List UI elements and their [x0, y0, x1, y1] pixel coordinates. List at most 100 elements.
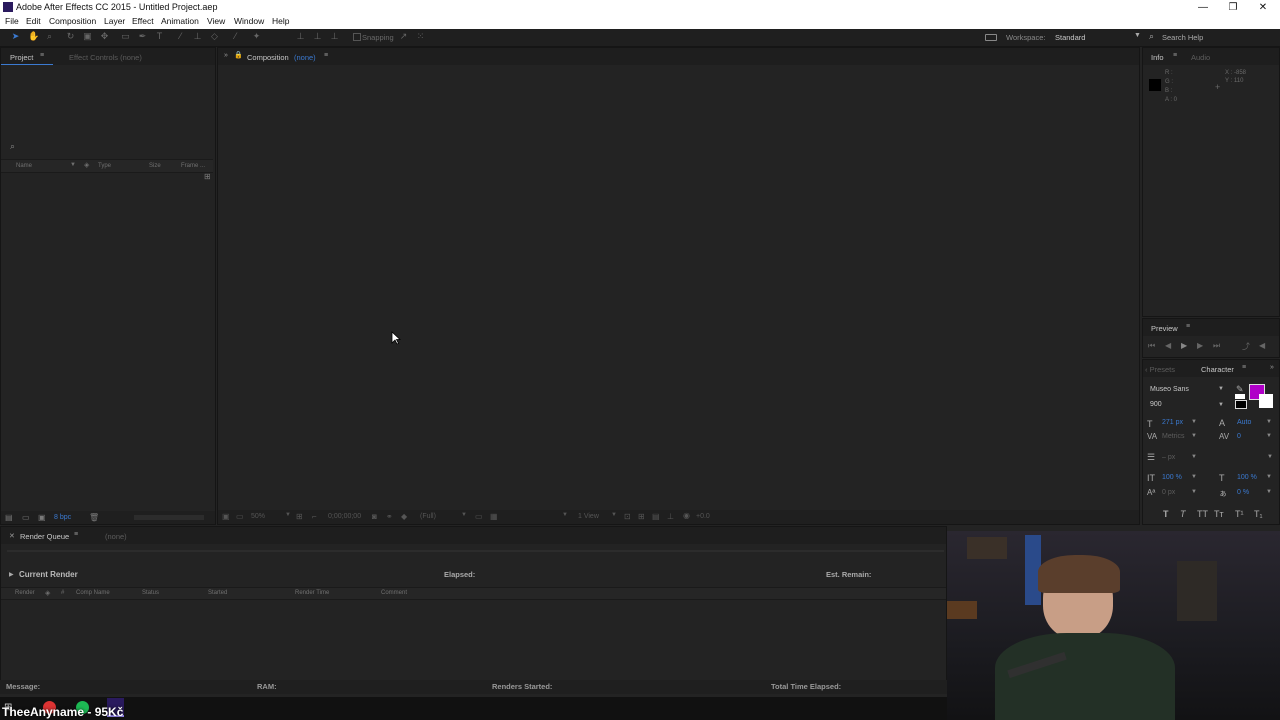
subscript-button[interactable]: T₁: [1254, 509, 1263, 519]
small-caps-button[interactable]: Tᴛ: [1214, 509, 1224, 519]
menu-view[interactable]: View: [207, 16, 225, 26]
zoom-tool-icon[interactable]: ⌕: [45, 32, 54, 41]
camera-dropdown-icon[interactable]: ▼: [562, 512, 568, 518]
kerning-value[interactable]: Metrics: [1162, 433, 1185, 440]
tab-render-queue[interactable]: Render Queue: [20, 532, 69, 541]
flowchart-icon[interactable]: ⊞: [204, 172, 211, 181]
previous-frame-icon[interactable]: ◀: [1165, 341, 1171, 350]
menu-composition[interactable]: Composition: [49, 16, 96, 26]
menu-edit[interactable]: Edit: [26, 16, 41, 26]
horizontal-scale-value[interactable]: 100 %: [1237, 474, 1257, 481]
tsume-value[interactable]: 0 %: [1237, 489, 1249, 496]
workspace-icon[interactable]: [985, 34, 997, 41]
fast-previews-icon[interactable]: ⊞: [638, 512, 645, 521]
hand-tool-icon[interactable]: ✋: [28, 32, 39, 41]
tracking-value[interactable]: 0: [1237, 433, 1241, 440]
superscript-button[interactable]: T¹: [1235, 509, 1244, 519]
stroke-color-swatch[interactable]: [1259, 394, 1273, 408]
menu-window[interactable]: Window: [234, 16, 264, 26]
font-style-select[interactable]: 900: [1150, 401, 1162, 408]
play-icon[interactable]: ▶: [1181, 341, 1187, 350]
leading-value[interactable]: Auto: [1237, 419, 1251, 426]
pan-behind-tool-icon[interactable]: ✥: [100, 32, 109, 41]
loop-icon[interactable]: ⤴: [1242, 341, 1250, 352]
tab-preview[interactable]: Preview: [1151, 324, 1178, 333]
expand-icon[interactable]: »: [224, 52, 228, 59]
next-frame-icon[interactable]: ▶: [1197, 341, 1203, 350]
font-size-dropdown-icon[interactable]: ▼: [1191, 419, 1197, 425]
timeline-icon[interactable]: ▤: [652, 512, 660, 521]
lock-icon[interactable]: 🔒: [234, 51, 243, 59]
expand-icon[interactable]: »: [1270, 364, 1274, 371]
bit-depth-button[interactable]: 8 bpc: [54, 514, 71, 521]
baseline-shift-value[interactable]: 0 px: [1162, 489, 1175, 496]
snapshot-icon[interactable]: ◙: [372, 512, 377, 521]
column-render-time[interactable]: Render Time: [295, 590, 329, 596]
zoom-select[interactable]: 50%: [251, 513, 265, 520]
preview-icon[interactable]: ▭: [236, 512, 244, 521]
new-composition-icon[interactable]: ▣: [38, 513, 46, 522]
reset-exposure-icon[interactable]: ◉: [683, 511, 690, 520]
composition-viewer[interactable]: [218, 65, 1139, 510]
tab-presets[interactable]: ‹ Presets: [1145, 365, 1175, 374]
mask-visibility-icon[interactable]: ⌐: [312, 512, 317, 521]
title-safe-icon[interactable]: ⊞: [296, 512, 303, 521]
search-help-input[interactable]: Search Help: [1162, 33, 1203, 42]
tsume-dropdown-icon[interactable]: ▼: [1266, 489, 1272, 495]
clone-stamp-tool-icon[interactable]: ⊥: [193, 32, 202, 41]
tab-audio[interactable]: Audio: [1191, 53, 1210, 62]
rectangle-tool-icon[interactable]: ▭: [121, 32, 130, 41]
restore-button[interactable]: ❐: [1218, 0, 1248, 15]
roto-brush-tool-icon[interactable]: ⁄: [231, 32, 240, 41]
faux-italic-button[interactable]: T: [1180, 509, 1186, 519]
stroke-width-dropdown-icon[interactable]: ▼: [1191, 454, 1197, 460]
white-swatch[interactable]: [1235, 394, 1245, 399]
kerning-dropdown-icon[interactable]: ▼: [1191, 433, 1197, 439]
panel-menu-icon[interactable]: ≡: [40, 52, 44, 59]
resolution-select[interactable]: (Full): [420, 513, 436, 520]
zoom-dropdown-icon[interactable]: ▼: [285, 512, 291, 518]
snap-options-icon[interactable]: ↗: [399, 32, 408, 41]
faux-bold-button[interactable]: T: [1163, 509, 1169, 519]
resolution-dropdown-icon[interactable]: ▼: [461, 512, 467, 518]
tab-project[interactable]: Project: [10, 53, 33, 62]
snapping-checkbox[interactable]: [353, 33, 361, 41]
baseline-shift-dropdown-icon[interactable]: ▼: [1191, 489, 1197, 495]
font-style-dropdown-icon[interactable]: ▼: [1218, 402, 1224, 408]
tab-none[interactable]: (none): [105, 532, 127, 541]
channel-icon[interactable]: ◆: [401, 512, 407, 521]
column-status[interactable]: Status: [142, 590, 159, 596]
stroke-width-value[interactable]: – px: [1162, 454, 1175, 461]
tracking-dropdown-icon[interactable]: ▼: [1266, 433, 1272, 439]
stroke-style-dropdown-icon[interactable]: ▼: [1267, 454, 1273, 460]
panel-menu-icon[interactable]: ≡: [1242, 364, 1246, 371]
menu-layer[interactable]: Layer: [104, 16, 125, 26]
tab-info[interactable]: Info: [1151, 53, 1164, 62]
label-tag-icon[interactable]: ◈: [84, 161, 89, 169]
label-tag-icon[interactable]: ◈: [45, 589, 50, 597]
column-started[interactable]: Started: [208, 590, 227, 596]
view-layout-select[interactable]: 1 View: [578, 513, 599, 520]
all-caps-button[interactable]: TT: [1197, 509, 1208, 519]
font-family-dropdown-icon[interactable]: ▼: [1218, 386, 1224, 392]
brush-tool-icon[interactable]: ⁄: [176, 32, 185, 41]
local-axis-icon[interactable]: ⊥: [296, 32, 305, 41]
column-render[interactable]: Render: [15, 590, 35, 596]
column-comment[interactable]: Comment: [381, 590, 407, 596]
first-frame-icon[interactable]: ⏮: [1148, 341, 1155, 351]
column-comp-name[interactable]: Comp Name: [76, 590, 110, 596]
rotate-tool-icon[interactable]: ↻: [66, 32, 75, 41]
vertical-scale-dropdown-icon[interactable]: ▼: [1191, 474, 1197, 480]
font-size-value[interactable]: 271 px: [1162, 419, 1183, 426]
magnification-icon[interactable]: ▣: [222, 512, 230, 521]
composition-name[interactable]: (none): [294, 53, 316, 62]
font-family-select[interactable]: Museo Sans: [1150, 386, 1189, 393]
new-folder-icon[interactable]: ▭: [22, 513, 30, 522]
world-axis-icon[interactable]: ⊥: [313, 32, 322, 41]
project-search-icon[interactable]: ⌕: [10, 141, 15, 152]
sort-arrow-icon[interactable]: ▼: [70, 162, 76, 168]
panel-menu-icon[interactable]: ≡: [74, 531, 78, 538]
column-frame[interactable]: Frame ...: [181, 163, 205, 169]
tab-composition[interactable]: Composition: [247, 53, 289, 62]
transparency-grid-icon[interactable]: ▦: [490, 512, 498, 521]
